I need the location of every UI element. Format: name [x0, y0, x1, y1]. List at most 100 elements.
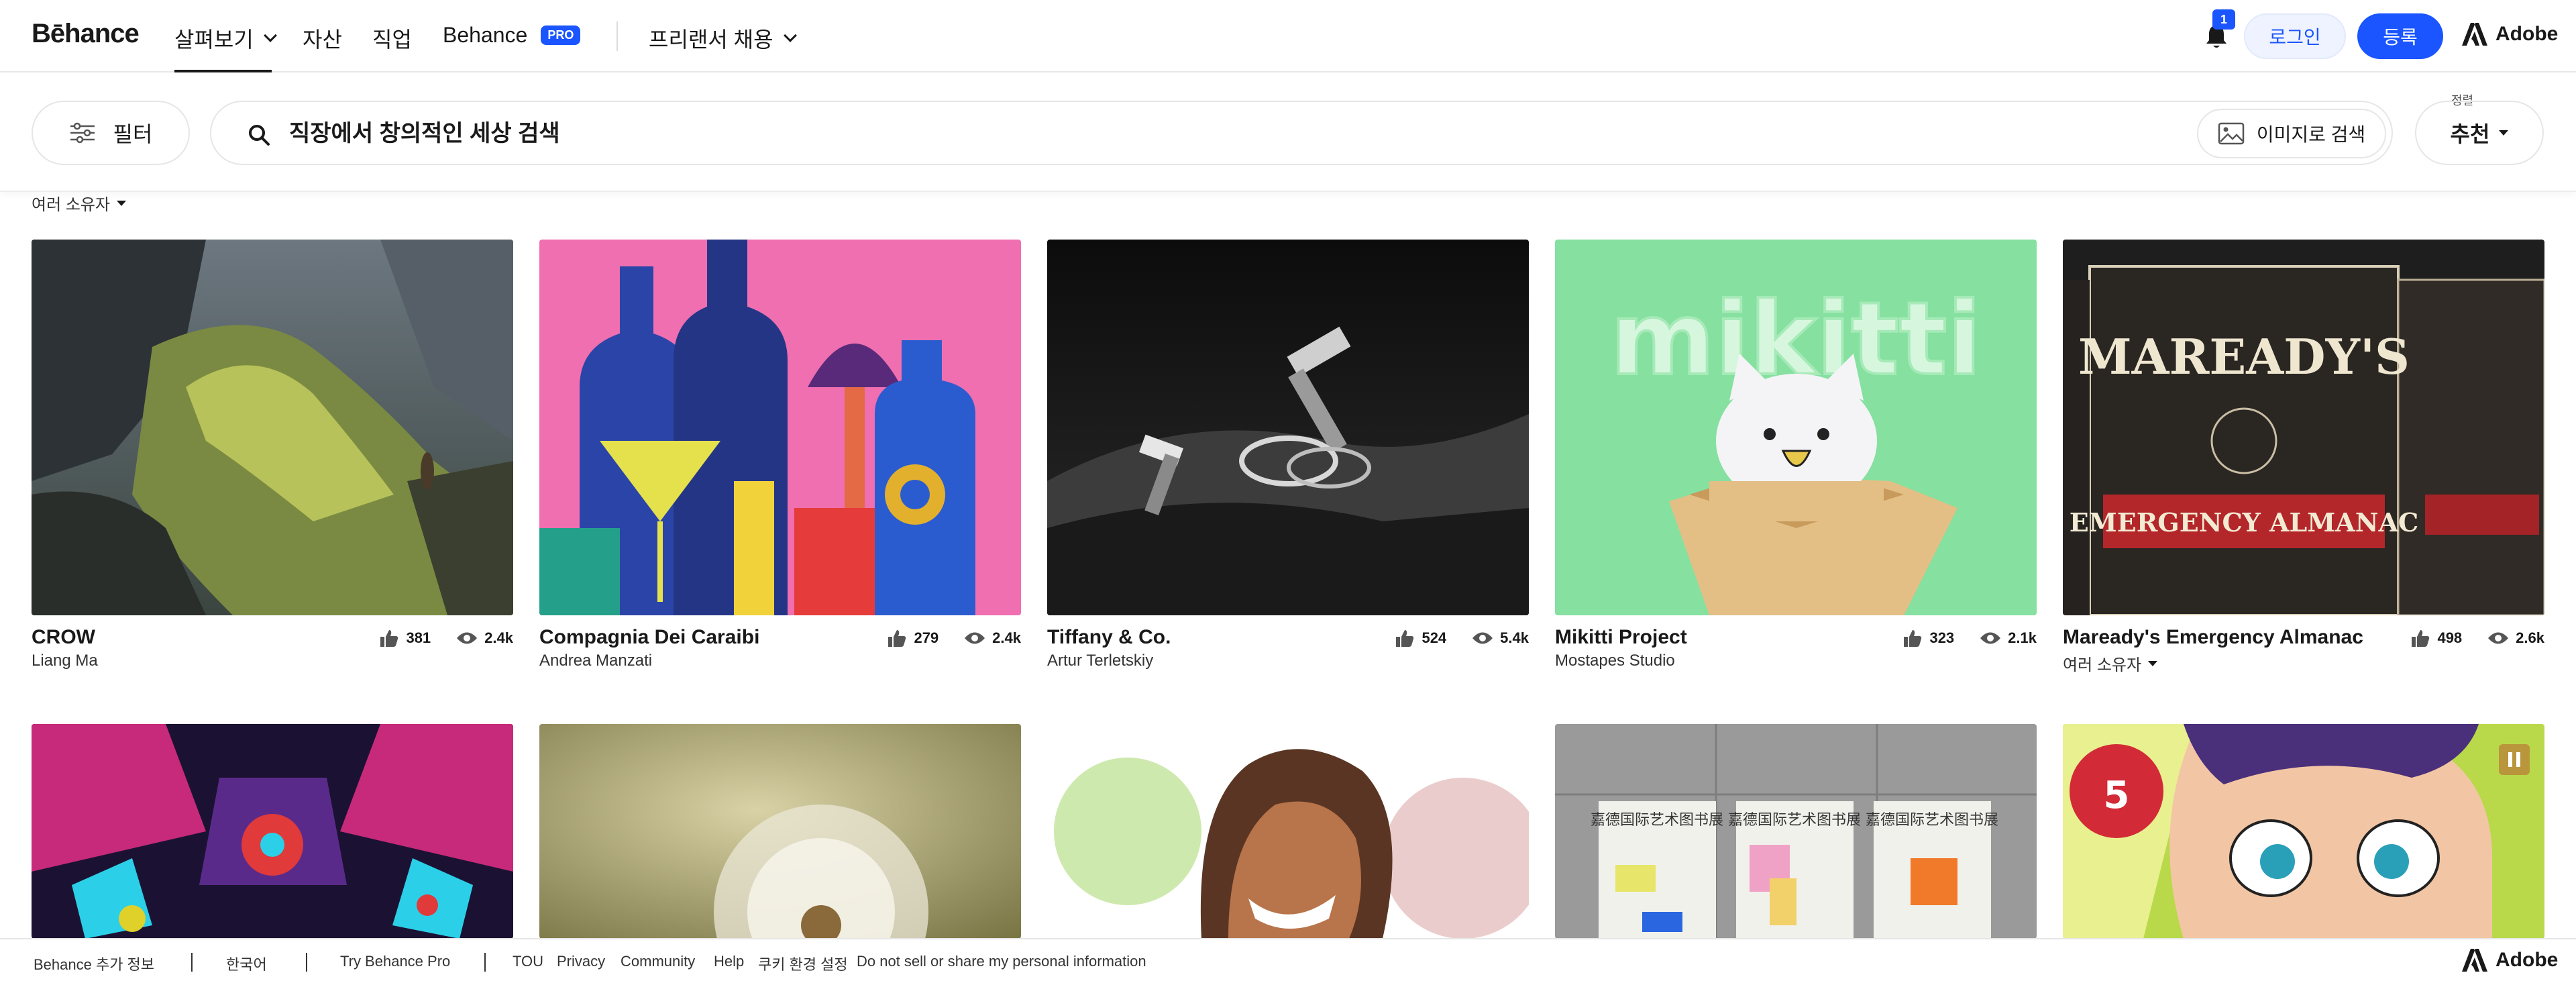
footer: Behance 추가 정보 한국어 Try Behance Pro TOU Pr… [0, 938, 2576, 981]
project-thumbnail[interactable] [539, 724, 1021, 939]
views-count: 5.4k [1500, 629, 1529, 646]
footer-adobe-label: Adobe [2496, 949, 2559, 971]
views-count: 2.4k [484, 629, 513, 646]
project-title[interactable]: Mikitti Project [1555, 626, 1687, 649]
thumbs-up-icon [1904, 630, 1922, 647]
nav-hire-freelancers[interactable]: 프리랜서 채용 [649, 23, 797, 54]
caret-down-icon [2148, 660, 2158, 666]
views-count: 2.1k [2008, 629, 2037, 646]
thumbs-up-icon [2412, 630, 2430, 647]
footer-link-privacy[interactable]: Privacy [557, 953, 605, 970]
search-input[interactable] [289, 118, 2167, 149]
owner-name: Andrea Manzati [539, 652, 653, 670]
project-thumbnail[interactable]: 嘉德国际艺术图书展 嘉德国际艺术图书展 嘉德国际艺术图书展 [1555, 724, 2037, 939]
project-owner[interactable]: Mostapes Studio [1555, 652, 1675, 670]
project-title[interactable]: Tiffany & Co. [1047, 626, 1171, 649]
project-thumbnail[interactable] [32, 724, 513, 939]
owner-name: Mostapes Studio [1555, 652, 1675, 670]
likes-count: 323 [1929, 629, 1955, 646]
project-thumbnail[interactable] [1047, 724, 1529, 939]
project-owner[interactable]: Artur Terletskiy [1047, 652, 1153, 670]
footer-more-info[interactable]: Behance 추가 정보 [34, 953, 154, 974]
footer-try-pro[interactable]: Try Behance Pro [340, 953, 450, 970]
project-stats: 323 2.1k [1902, 629, 2037, 648]
filter-label: 필터 [113, 122, 153, 146]
project-thumbnail[interactable]: mikitti [1555, 240, 2037, 615]
footer-divider [306, 953, 307, 972]
sort-dropdown[interactable]: 추천 [2415, 101, 2544, 165]
sort-value: 추천 [2450, 122, 2490, 146]
thumbs-up-icon [1396, 630, 1414, 647]
footer-divider [484, 953, 486, 972]
poster-text: 嘉德国际艺术图书展 [1866, 812, 1998, 829]
project-stats: 524 5.4k [1395, 629, 1529, 648]
chevron-down-icon [783, 29, 797, 42]
signup-button[interactable]: 등록 [2357, 13, 2443, 59]
nav-explore-label: 살펴보기 [174, 28, 254, 52]
footer-link-help[interactable]: Help [714, 953, 744, 970]
badge-number-lettering: 5 [2104, 774, 2130, 817]
owners-dropdown[interactable]: 여러 소유자 [32, 191, 127, 215]
footer-link-cookie-settings[interactable]: 쿠키 환경 설정 [758, 953, 848, 974]
likes-count: 381 [406, 629, 431, 646]
likes-count: 524 [1421, 629, 1447, 646]
chevron-down-icon [263, 29, 277, 42]
search-icon [249, 125, 270, 146]
footer-adobe-link[interactable]: Adobe [2462, 949, 2558, 972]
nav-jobs-label: 직업 [372, 28, 412, 52]
image-search-label: 이미지로 검색 [2256, 124, 2366, 145]
search-box[interactable]: 이미지로 검색 [210, 101, 2393, 165]
eye-icon [1980, 632, 2001, 644]
search-bar-row: 필터 이미지로 검색 정렬 추천 [0, 74, 2576, 192]
caret-down-icon [117, 200, 127, 206]
project-owner[interactable]: Andrea Manzati [539, 652, 652, 670]
nav-active-indicator [174, 70, 272, 72]
thumbs-up-icon [888, 630, 906, 647]
likes-count: 498 [2437, 629, 2463, 646]
project-owner[interactable]: Liang Ma [32, 652, 98, 670]
notification-count-badge: 1 [2212, 9, 2235, 30]
footer-link-community[interactable]: Community [621, 953, 695, 970]
filter-button[interactable]: 필터 [32, 101, 190, 165]
footer-language-select[interactable]: 한국어 [226, 953, 267, 974]
sliders-icon [70, 122, 95, 144]
views-count: 2.6k [2516, 629, 2544, 646]
footer-link-do-not-sell[interactable]: Do not sell or share my personal informa… [857, 953, 1146, 970]
project-title[interactable]: Compagnia Dei Caraibi [539, 626, 759, 649]
nav-jobs[interactable]: 직업 [372, 23, 412, 54]
project-title[interactable]: Maready's Emergency Almanac [2063, 626, 2363, 649]
footer-link-tou[interactable]: TOU [513, 953, 543, 970]
project-thumbnail[interactable] [32, 240, 513, 615]
project-stats: 381 2.4k [379, 629, 513, 648]
adobe-link[interactable]: Adobe [2462, 23, 2558, 46]
nav-explore[interactable]: 살펴보기 [174, 23, 277, 54]
nav-divider [616, 21, 618, 51]
footer-divider [191, 953, 193, 972]
pro-badge: PRO [541, 25, 581, 45]
adobe-logo-icon [2462, 949, 2487, 972]
nav-behance-label: Behance [443, 23, 528, 47]
thumbs-up-icon [380, 630, 398, 647]
image-search-button[interactable]: 이미지로 검색 [2197, 109, 2386, 158]
project-thumbnail[interactable] [1047, 240, 1529, 615]
nav-behance-pro[interactable]: Behance PRO [443, 23, 581, 48]
nav-assets[interactable]: 자산 [303, 23, 342, 54]
nav-hire-label: 프리랜서 채용 [649, 28, 773, 52]
almanac-title-lettering: MAREADY'S [2078, 328, 2410, 385]
views-count: 2.4k [992, 629, 1021, 646]
project-thumbnail[interactable]: MAREADY'S EMERGENCY ALMANAC [2063, 240, 2544, 615]
adobe-label: Adobe [2496, 23, 2559, 45]
owners-dropdown[interactable]: 여러 소유자 [2063, 652, 2158, 675]
project-title[interactable]: CROW [32, 626, 95, 649]
project-thumbnail[interactable] [539, 240, 1021, 615]
poster-text: 嘉德国际艺术图书展 [1591, 812, 1723, 829]
login-button[interactable]: 로그인 [2244, 13, 2346, 59]
project-thumbnail[interactable]: 5 [2063, 724, 2544, 939]
owners-label: 여러 소유자 [32, 196, 111, 214]
nav-assets-label: 자산 [303, 28, 342, 52]
project-stats: 498 2.6k [2410, 629, 2544, 648]
behance-logo[interactable]: Bēhance [32, 19, 140, 49]
adobe-logo-icon [2462, 23, 2487, 46]
poster-text: 嘉德国际艺术图书展 [1728, 812, 1861, 829]
top-navigation: Bēhance 살펴보기 자산 직업 Behance PRO 프리랜서 채용 1… [0, 0, 2576, 72]
